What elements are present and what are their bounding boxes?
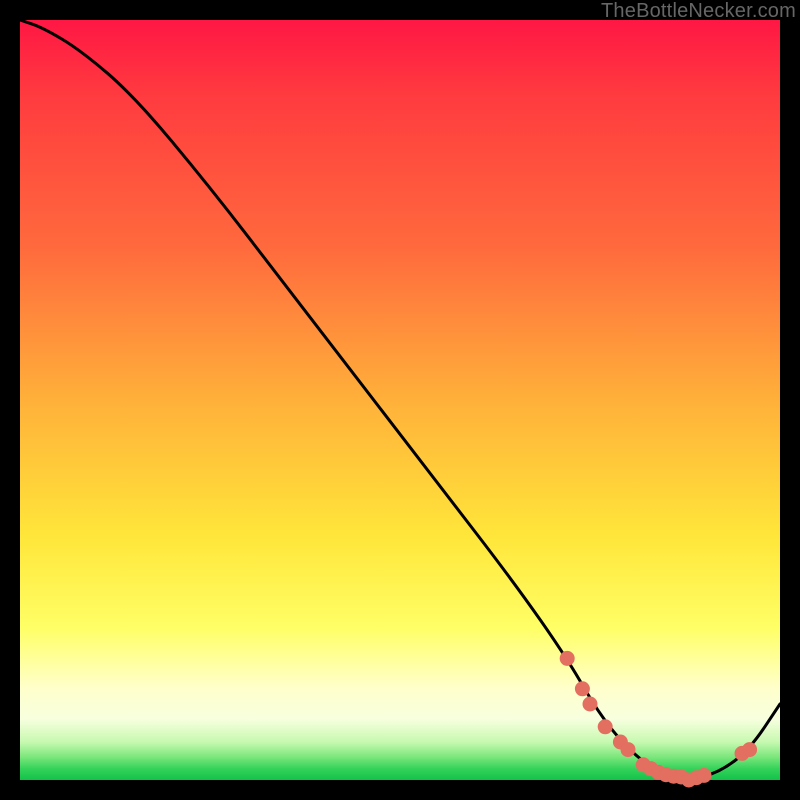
data-marker: [575, 682, 589, 696]
data-marker: [598, 720, 612, 734]
data-marker: [743, 743, 757, 757]
data-marker: [583, 697, 597, 711]
plot-area: [20, 20, 780, 780]
data-marker: [560, 651, 574, 665]
curve-svg: [20, 20, 780, 780]
data-marker: [621, 743, 635, 757]
bottleneck-curve: [20, 20, 780, 778]
chart-frame: TheBottleNecker.com: [0, 0, 800, 800]
data-marker: [697, 768, 711, 782]
